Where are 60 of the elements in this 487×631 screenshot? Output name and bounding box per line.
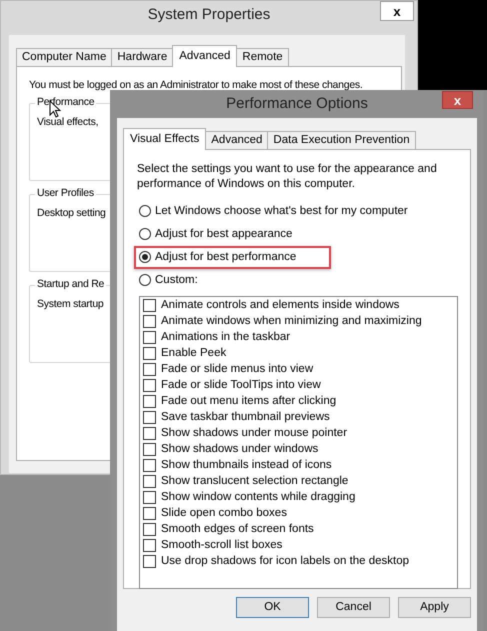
checkbox-item[interactable]: Fade or slide ToolTips into view: [143, 378, 454, 394]
description-text: Select the settings you want to use for the appearance and performance of Windows on this computer.: [137, 162, 438, 192]
radio-button[interactable]: [139, 274, 151, 286]
radio-button[interactable]: [139, 205, 151, 218]
checkbox[interactable]: [143, 507, 156, 520]
close-button[interactable]: x: [380, 1, 414, 21]
group-label: Startup and Re: [35, 278, 106, 292]
group-text: Desktop setting: [37, 206, 106, 220]
radio-option[interactable]: Adjust for best performance: [134, 246, 332, 269]
radio-option[interactable]: Custom:: [134, 268, 203, 292]
tab[interactable]: Computer Name: [16, 48, 112, 66]
checkbox-item[interactable]: Animations in the taskbar: [143, 330, 454, 346]
radio-option[interactable]: Adjust for best appearance: [134, 222, 298, 246]
checkbox[interactable]: [143, 411, 156, 424]
checkbox[interactable]: [143, 363, 156, 376]
checkbox[interactable]: [143, 459, 156, 472]
tab[interactable]: Data Execution Prevention: [267, 131, 416, 149]
checkbox-item[interactable]: Show shadows under windows: [143, 442, 454, 458]
checkbox-item[interactable]: Animate windows when minimizing and maximizing: [143, 314, 454, 330]
checkbox-item[interactable]: Smooth edges of screen fonts: [143, 522, 454, 538]
close-button[interactable]: x: [442, 91, 473, 109]
tab[interactable]: Remote: [236, 48, 289, 66]
group-text: Visual effects,: [37, 116, 98, 130]
checkbox[interactable]: [143, 523, 156, 536]
radio-button[interactable]: [139, 251, 151, 264]
radio-option[interactable]: Let Windows choose what's best for my computer: [134, 200, 413, 223]
checkbox-item[interactable]: Show translucent selection rectangle: [143, 474, 454, 490]
dialog-button[interactable]: Apply: [398, 596, 471, 618]
checkbox-item[interactable]: Smooth-scroll list boxes: [143, 538, 454, 554]
window-title: System Properties: [148, 5, 270, 25]
checkbox[interactable]: [143, 539, 156, 552]
window-title: Performance Options: [226, 94, 368, 114]
checkbox-item[interactable]: Fade or slide menus into view: [143, 362, 454, 378]
checkbox[interactable]: [143, 379, 156, 392]
checkbox-item[interactable]: Animate controls and elements inside windows: [143, 298, 454, 314]
checkbox[interactable]: [143, 347, 156, 360]
checkbox[interactable]: [143, 475, 156, 488]
checkbox-item[interactable]: Show window contents while dragging: [143, 490, 454, 506]
checkbox[interactable]: [143, 315, 156, 328]
notice-text: You must be logged on as an Administrator to make most of these changes.: [29, 78, 363, 93]
checkbox-item[interactable]: Use drop shadows for icon labels on the desktop: [143, 554, 454, 570]
tab[interactable]: Advanced: [172, 45, 238, 67]
checkbox-item[interactable]: Slide open combo boxes: [143, 506, 454, 522]
checkbox-item[interactable]: Show shadows under mouse pointer: [143, 426, 454, 442]
checkbox[interactable]: [143, 299, 156, 312]
checkbox-item[interactable]: Save taskbar thumbnail previews: [143, 410, 454, 426]
checkbox-item[interactable]: Show thumbnails instead of icons: [143, 458, 454, 474]
dialog-button[interactable]: OK: [236, 596, 309, 618]
checkbox[interactable]: [143, 555, 156, 568]
checkbox[interactable]: [143, 395, 156, 408]
checkbox-item[interactable]: Enable Peek: [143, 346, 454, 362]
checkbox[interactable]: [143, 427, 156, 440]
checkbox[interactable]: [143, 331, 156, 344]
dialog-button[interactable]: Cancel: [317, 596, 390, 618]
checkbox-item[interactable]: Fade out menu items after clicking: [143, 394, 454, 410]
radio-button[interactable]: [139, 228, 151, 240]
tab[interactable]: Visual Effects: [123, 128, 206, 150]
checkbox[interactable]: [143, 491, 156, 504]
group-text: System startup: [37, 298, 104, 312]
checkbox[interactable]: [143, 443, 156, 456]
